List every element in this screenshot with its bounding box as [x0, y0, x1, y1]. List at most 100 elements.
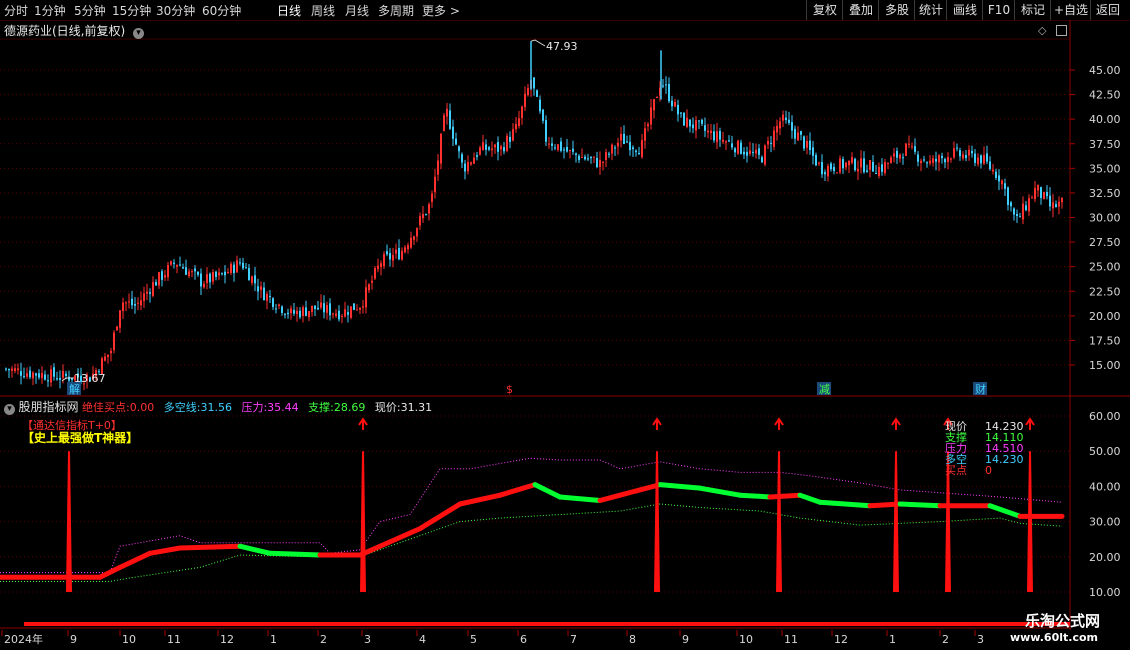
candle-body [281, 306, 283, 313]
chevron-down-icon[interactable]: ▾ [133, 28, 145, 39]
candle-body [260, 286, 262, 290]
chart-canvas: 45.0042.5040.0037.5035.0032.5030.0027.50… [0, 20, 1130, 646]
candle-body [929, 160, 931, 164]
candle-body [536, 90, 538, 97]
candle-body [869, 160, 871, 170]
candle-body [620, 134, 622, 141]
support-value: 28.69 [333, 401, 366, 414]
candle-body [776, 125, 778, 133]
candle-body [788, 119, 790, 123]
time-axis-label: 1 [889, 633, 896, 646]
indicator-axis-label: 10.00 [1089, 586, 1121, 599]
candle-body [908, 143, 910, 145]
candle-body [143, 293, 145, 301]
candle-body [764, 145, 766, 165]
candle-body [65, 373, 67, 377]
candle-body [935, 158, 937, 162]
candle-body [488, 147, 490, 150]
indicator-name: 股朋指标网 [18, 400, 79, 414]
price-axis-label: 45.00 [1089, 64, 1121, 77]
candle-body [989, 161, 991, 170]
candle-body [290, 308, 292, 314]
candle-body [473, 157, 475, 164]
candle-body [1016, 213, 1018, 216]
candle-body [695, 120, 697, 131]
price-axis-label: 42.50 [1089, 89, 1121, 102]
buy-spike [893, 451, 899, 592]
candle-body [818, 162, 820, 164]
candle-body [14, 368, 16, 372]
candle-body [398, 248, 400, 260]
candle-body [878, 166, 880, 177]
candle-body [974, 153, 976, 163]
price-label: 现价: [374, 401, 401, 414]
candle-body [320, 302, 322, 308]
candle-body [464, 163, 466, 172]
pressure-label: 压力: [241, 401, 268, 414]
panel-box-icon[interactable] [1056, 25, 1067, 36]
candle-body [242, 262, 244, 269]
candle-body [803, 136, 805, 149]
candle-body [515, 124, 517, 130]
candle-body [206, 274, 208, 284]
longshort-segment [117, 550, 153, 570]
candle-body [641, 139, 643, 158]
candle-body [710, 130, 712, 133]
candle-body [881, 164, 883, 172]
watermark-name: 乐淘公式网 [1024, 612, 1100, 630]
candle-body [863, 158, 865, 173]
candle-body [626, 141, 628, 143]
buy-arrow-icon [891, 417, 901, 430]
candle-body [737, 140, 739, 154]
candle-body [539, 99, 541, 112]
event-marker: $ [506, 383, 513, 396]
candle-body [434, 176, 436, 193]
candle-body [896, 150, 898, 158]
candle-body [308, 311, 310, 318]
candle-body [500, 146, 502, 150]
support-line [0, 503, 1063, 582]
candle-body [329, 303, 331, 316]
indicator-axis-label: 20.00 [1089, 551, 1121, 564]
candle-body [791, 122, 793, 131]
candle-body [389, 253, 391, 260]
candle-body [677, 104, 679, 115]
longshort-segment [457, 492, 503, 507]
candle-body [395, 249, 397, 254]
candle-body [374, 267, 376, 279]
candle-body [1052, 202, 1054, 209]
candle-body [377, 265, 379, 270]
candle-body [272, 298, 274, 307]
diamond-icon[interactable]: ◇ [1038, 24, 1046, 37]
candle-body [926, 162, 928, 164]
candle-body [1025, 205, 1027, 211]
candle-body [884, 162, 886, 173]
candle-body [542, 109, 544, 121]
indicator-axis-label: 40.00 [1089, 480, 1121, 493]
time-axis-label: 2 [942, 633, 949, 646]
cursor-buypoint-value: 0 [985, 464, 992, 477]
candle-body [497, 142, 499, 152]
candle-body [1022, 203, 1024, 220]
candle-body [20, 371, 22, 376]
price-axis-label: 20.00 [1089, 310, 1121, 323]
time-axis-label: 5 [470, 633, 477, 646]
candle-body [416, 228, 418, 237]
candle-body [1007, 187, 1009, 205]
candle-body [386, 251, 388, 255]
candle-body [179, 264, 181, 266]
candle-body [233, 264, 235, 274]
candle-body [467, 162, 469, 172]
stock-title[interactable]: 德源药业(日线,前复权) ▾ [4, 22, 145, 39]
candle-body [854, 158, 856, 171]
candle-body [656, 97, 658, 99]
candle-body [707, 130, 709, 133]
candle-body [461, 154, 463, 163]
candle-body [1043, 191, 1045, 199]
candle-body [146, 291, 148, 294]
candle-body [686, 117, 688, 127]
candle-body [275, 308, 277, 310]
candle-body [1004, 183, 1006, 189]
gear-icon[interactable]: ▾ [4, 404, 15, 415]
candle-body [983, 155, 985, 164]
